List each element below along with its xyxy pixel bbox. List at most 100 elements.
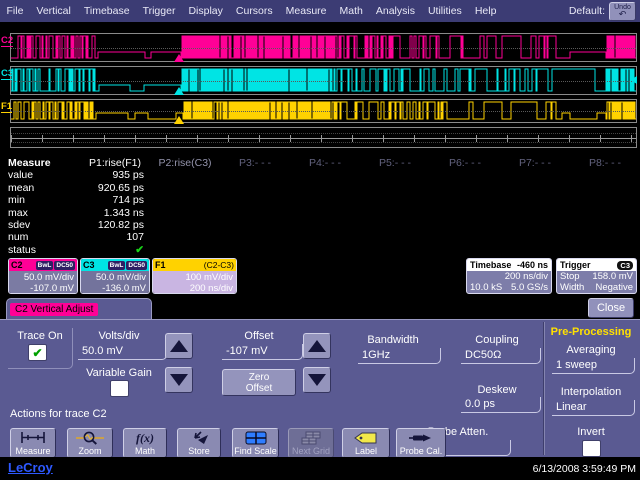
- volts-up-button[interactable]: [165, 333, 193, 359]
- f1-descriptor-box[interactable]: F1 (C2-C3) 100 mV/div 200 ns/div: [152, 258, 237, 294]
- dc50-badge: DC50: [126, 261, 147, 270]
- actions-for-trace-label: Actions for trace C2: [10, 408, 107, 420]
- c2-id: C2: [11, 260, 23, 270]
- interpolation-field[interactable]: Linear: [552, 400, 635, 416]
- measure-col-p6[interactable]: P6:- - -: [430, 157, 500, 169]
- action-label: Probe Cal.: [397, 446, 445, 457]
- trigger-position-marker-c3[interactable]: [174, 87, 184, 95]
- volts-down-button[interactable]: [165, 367, 193, 393]
- f1-timescale: 200 ns/div: [153, 283, 233, 294]
- measure-row-num: num 107: [0, 231, 640, 243]
- c3-waveform: [11, 67, 636, 94]
- trigger-position-marker-f1[interactable]: [174, 116, 184, 124]
- row-label: min: [0, 194, 80, 206]
- menu-analysis[interactable]: Analysis: [369, 5, 421, 17]
- measure-table: Measure P1:rise(F1) P2:rise(C3) P3:- - -…: [0, 157, 640, 256]
- menu-bar: File Vertical Timebase Trigger Display C…: [0, 0, 640, 22]
- offset-down-button[interactable]: [303, 367, 331, 393]
- interpolation-label: Interpolation: [548, 386, 634, 398]
- c2-descriptor-box[interactable]: C2 BwL DC50 50.0 mV/div -107.0 mV: [8, 258, 78, 294]
- up-arrow-icon: [170, 340, 188, 352]
- math-action-button[interactable]: f(x) Math: [123, 428, 167, 458]
- grid-strip-c3[interactable]: [10, 66, 637, 95]
- volts-div-field[interactable]: 50.0 mV: [78, 344, 167, 360]
- row-value: 935 ps: [80, 169, 150, 181]
- c2-trace-label[interactable]: C2: [1, 36, 13, 47]
- row-value: 120.82 ps: [80, 219, 150, 231]
- offset-up-button[interactable]: [303, 333, 331, 359]
- menu-timebase[interactable]: Timebase: [77, 5, 136, 17]
- trigger-box[interactable]: Trigger C3 Stop 158.0 mV Width Negative: [556, 258, 637, 294]
- zoom-action-button[interactable]: Zoom: [67, 428, 113, 458]
- f1-scale: 100 mV/div: [153, 272, 233, 283]
- timebase-box[interactable]: Timebase -460 ns 200 ns/div 10.0 kS 5.0 …: [466, 258, 552, 294]
- timebase-scale: 200 ns/div: [505, 271, 548, 282]
- menu-cursors[interactable]: Cursors: [229, 5, 279, 17]
- measure-col-p7[interactable]: P7:- - -: [500, 157, 570, 169]
- trace-on-checkbox[interactable]: ✔: [28, 344, 47, 361]
- c3-descriptor-box[interactable]: C3 BwL DC50 50.0 mV/div -136.0 mV: [80, 258, 150, 294]
- f1-trace-label[interactable]: F1: [1, 102, 12, 113]
- row-value: 714 ps: [80, 194, 150, 206]
- measure-col-p1[interactable]: P1:rise(F1): [80, 157, 150, 169]
- undo-icon: ↶: [619, 10, 627, 19]
- measure-col-p3[interactable]: P3:- - -: [220, 157, 290, 169]
- trigger-level-arrow-c3[interactable]: [630, 76, 637, 84]
- bandwidth-label: Bandwidth: [348, 334, 438, 346]
- timebase-grid-strip[interactable]: [10, 127, 637, 148]
- probe-cal-action-button[interactable]: Probe Cal.: [396, 428, 446, 458]
- menu-help[interactable]: Help: [468, 5, 503, 17]
- measure-row-mean: mean 920.65 ps: [0, 182, 640, 194]
- row-label: num: [0, 231, 80, 243]
- measure-col-p2[interactable]: P2:rise(C3): [150, 157, 220, 169]
- trigger-title: Trigger: [560, 260, 591, 270]
- averaging-label: Averaging: [548, 344, 634, 356]
- trigger-source-badge: C3: [617, 261, 633, 270]
- grid-strip-c2[interactable]: [10, 33, 637, 62]
- f1-id: F1: [155, 260, 166, 270]
- grid-strip-f1[interactable]: [10, 99, 637, 123]
- menu-vertical[interactable]: Vertical: [30, 5, 77, 17]
- menu-display[interactable]: Display: [182, 5, 229, 17]
- measure-col-p8[interactable]: P8:- - -: [570, 157, 640, 169]
- label-action-button[interactable]: Label: [342, 428, 390, 458]
- undo-button[interactable]: Undo ↶: [609, 2, 636, 21]
- menu-file[interactable]: File: [0, 5, 30, 17]
- close-button[interactable]: Close: [588, 298, 634, 318]
- next-grid-icon: [289, 431, 333, 446]
- zero-offset-button[interactable]: Zero Offset: [222, 369, 296, 396]
- store-action-button[interactable]: Store: [177, 428, 221, 458]
- f1-source: (C2-C3): [204, 260, 234, 270]
- variable-gain-checkbox[interactable]: [110, 380, 129, 397]
- deskew-field[interactable]: 0.0 ps: [461, 397, 541, 413]
- tab-c2-vertical-adjust[interactable]: C2 Vertical Adjust: [6, 298, 152, 319]
- c3-offset: -136.0 mV: [81, 283, 146, 294]
- volts-div-label: Volts/div: [76, 330, 162, 342]
- measure-col-p5[interactable]: P5:- - -: [360, 157, 430, 169]
- bandwidth-field[interactable]: 1GHz: [358, 348, 441, 364]
- trigger-type: Width: [560, 282, 584, 293]
- menu-math[interactable]: Math: [333, 5, 369, 17]
- averaging-field[interactable]: 1 sweep: [552, 358, 635, 374]
- offset-field[interactable]: -107 mV: [222, 344, 303, 360]
- variable-gain-label: Variable Gain: [76, 367, 162, 379]
- tab-label: C2 Vertical Adjust: [10, 303, 98, 316]
- next-grid-action-button[interactable]: Next Grid: [288, 428, 334, 458]
- action-label: Find Scale: [233, 446, 278, 457]
- trigger-slope: Negative: [596, 282, 634, 293]
- probe-cal-icon: [397, 431, 445, 446]
- trigger-position-marker-c2[interactable]: [174, 54, 184, 62]
- menu-trigger[interactable]: Trigger: [136, 5, 182, 17]
- zoom-icon: [68, 431, 112, 446]
- action-label: Zoom: [68, 446, 112, 457]
- c3-trace-label[interactable]: C3: [1, 69, 13, 80]
- measure-col-p4[interactable]: P4:- - -: [290, 157, 360, 169]
- timebase-title: Timebase: [470, 260, 511, 270]
- measure-row-min: min 714 ps: [0, 194, 640, 206]
- menu-utilities[interactable]: Utilities: [421, 5, 468, 17]
- menu-measure[interactable]: Measure: [279, 5, 333, 17]
- coupling-field[interactable]: DC50Ω: [461, 348, 541, 364]
- find-scale-action-button[interactable]: Find Scale: [232, 428, 279, 458]
- measure-action-button[interactable]: Measure: [10, 428, 56, 458]
- invert-checkbox[interactable]: [582, 440, 601, 457]
